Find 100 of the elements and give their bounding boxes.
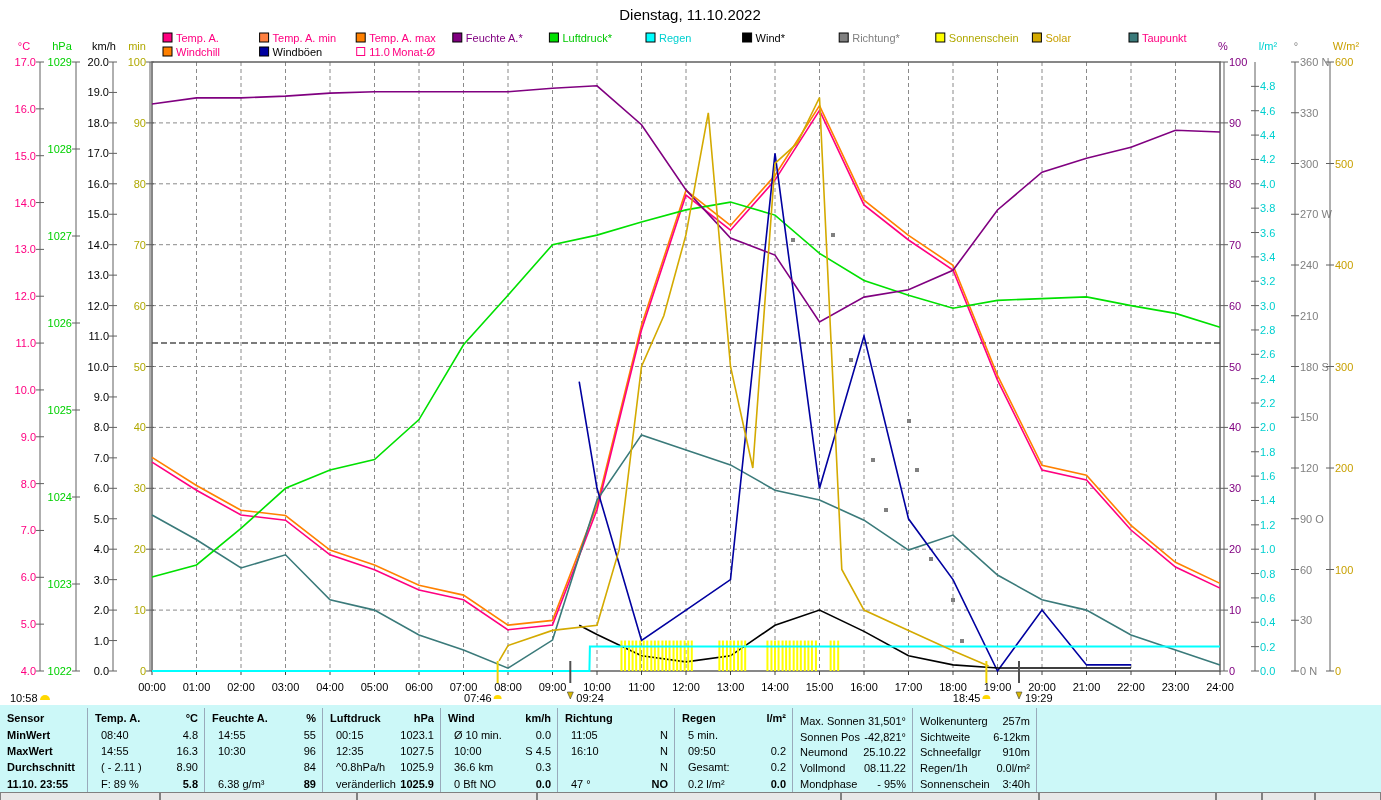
tick-label: 4.8 bbox=[1260, 80, 1276, 93]
tick-label: 1026 bbox=[47, 317, 72, 329]
table-cell: 31,501° bbox=[867, 714, 906, 727]
day-length: 10:58 bbox=[10, 692, 38, 704]
tick-label: 330 bbox=[1300, 106, 1319, 119]
tick-label: 11.0 bbox=[15, 337, 36, 350]
table-cell: - 95% bbox=[877, 778, 906, 791]
tick-label: 14.0 bbox=[87, 238, 109, 251]
table-cell: Sonnenschein bbox=[920, 778, 990, 791]
table-cell-text: 10:00 bbox=[453, 745, 482, 757]
tick-label: 20:00 bbox=[1028, 681, 1056, 693]
tick-label: 6.0 bbox=[20, 571, 36, 584]
event-marker bbox=[496, 660, 499, 684]
arrow-icon bbox=[1015, 691, 1023, 700]
tick-label: 9.0 bbox=[93, 390, 109, 403]
tick-label: 150 bbox=[1300, 411, 1319, 424]
tick-label: 22:00 bbox=[1117, 681, 1145, 693]
tick-label: 1.0 bbox=[93, 634, 109, 647]
tick-label: 3.8 bbox=[1260, 202, 1276, 215]
tick-label: 1.2 bbox=[1260, 518, 1276, 531]
tick-label: 2.4 bbox=[1260, 372, 1276, 385]
tick-label: 16.0 bbox=[14, 102, 36, 115]
tick-label: 20.0 bbox=[87, 56, 109, 68]
tick-label: 0.0 bbox=[93, 665, 109, 677]
tick-label: 9.0 bbox=[20, 430, 36, 443]
axis-title: km/h bbox=[92, 40, 116, 52]
table-cell: 1027.5 bbox=[400, 745, 434, 757]
legend-label: Feuchte A.* bbox=[465, 32, 523, 44]
table-cell: 84 bbox=[303, 761, 316, 774]
tick-label: 0.2 bbox=[1260, 640, 1276, 653]
tick-label: 10 bbox=[133, 604, 146, 617]
tick-label: 1.0 bbox=[1260, 543, 1276, 556]
tick-label: 0 bbox=[139, 665, 146, 677]
tick-label: 7.0 bbox=[20, 524, 36, 537]
table-cell: 910m bbox=[1002, 746, 1030, 759]
table-cell: 96 bbox=[303, 745, 316, 757]
table-cell: 0.0 bbox=[535, 728, 551, 741]
column-header: Luftdruck bbox=[330, 712, 381, 725]
event-marker bbox=[985, 660, 988, 684]
legend-label: Monat-Ø bbox=[392, 46, 435, 58]
tick-label: 3.4 bbox=[1260, 250, 1276, 263]
tick-label: 00:00 bbox=[138, 681, 166, 693]
tick-label: 0 bbox=[1229, 665, 1236, 677]
table-cell: 89 bbox=[303, 777, 316, 790]
tick-label: 01:00 bbox=[182, 681, 211, 693]
tick-label: 1024 bbox=[47, 491, 72, 503]
table-cell: 3:40h bbox=[1002, 778, 1030, 791]
tick-label: 04:00 bbox=[316, 681, 344, 693]
tick-label: 18:00 bbox=[939, 681, 967, 693]
tick-label: 2.2 bbox=[1260, 397, 1276, 410]
legend-label: Solar bbox=[1045, 32, 1072, 44]
table-cell: Wolkenunterg bbox=[920, 714, 988, 727]
table-cell: 1025.9 bbox=[400, 761, 434, 774]
column-header: Wind bbox=[448, 712, 475, 725]
tick-label: 0.4 bbox=[1260, 616, 1276, 629]
legend-value: 11.0 bbox=[369, 46, 390, 58]
tick-label: 10.0 bbox=[87, 360, 109, 373]
tick-label: 13:00 bbox=[716, 681, 745, 693]
legend-label: Temp. A. max bbox=[369, 32, 436, 44]
table-cell: 257m bbox=[1002, 714, 1030, 727]
axis-title: hPa bbox=[52, 40, 72, 52]
table-cell-text: Ø 10 min. bbox=[453, 728, 502, 741]
sun-icon bbox=[493, 695, 502, 699]
tick-label: 4.0 bbox=[1260, 177, 1276, 190]
tick-label: 4.4 bbox=[1260, 129, 1276, 142]
table-cell: Sichtweite bbox=[920, 730, 971, 743]
axis-title: ° bbox=[1293, 40, 1299, 52]
tick-label: 1.6 bbox=[1260, 470, 1276, 483]
legend-label: Taupunkt bbox=[1142, 32, 1187, 44]
column-header: Temp. A. bbox=[95, 712, 141, 725]
tick-label: 08:00 bbox=[494, 681, 522, 693]
tick-label: 11.0 bbox=[88, 330, 109, 343]
tick-label: 5.0 bbox=[93, 512, 109, 525]
event-time: 18:45 bbox=[952, 692, 981, 704]
tick-label: 0.8 bbox=[1260, 567, 1276, 580]
table-cell: 0.2 bbox=[770, 761, 786, 774]
column-unit: °C bbox=[185, 712, 198, 725]
event-time: 19:29 bbox=[1025, 692, 1053, 704]
tick-label: 8.0 bbox=[93, 421, 109, 434]
tick-label: 200 bbox=[1335, 462, 1354, 474]
column-unit: % bbox=[306, 712, 316, 725]
tick-label: 13.0 bbox=[87, 269, 109, 282]
table-cell: 1025.9 bbox=[400, 777, 434, 790]
tick-label: 0 N bbox=[1300, 665, 1318, 677]
tick-label: 2.0 bbox=[93, 604, 109, 617]
tick-label: 40 bbox=[1229, 421, 1242, 434]
legend-label: Temp. A. min bbox=[272, 32, 337, 44]
table-cell-text: 0 Bft NO bbox=[453, 777, 497, 790]
tick-label: 0.0 bbox=[1260, 665, 1276, 677]
tick-label: 12.0 bbox=[87, 299, 109, 312]
tick-label: 100 bbox=[127, 56, 146, 68]
table-cell-text: 00:15 bbox=[335, 728, 364, 741]
table-cell: 8.90 bbox=[176, 761, 198, 774]
table-cell: N bbox=[660, 745, 668, 757]
chart-title: Dienstag, 11.10.2022 bbox=[619, 6, 761, 23]
tick-label: 18.0 bbox=[87, 116, 109, 129]
legend-label: Sonnenschein bbox=[948, 32, 1019, 44]
table-cell: 55 bbox=[303, 728, 316, 741]
tick-label: 1029 bbox=[47, 56, 72, 68]
tick-label: 17.0 bbox=[87, 147, 109, 160]
